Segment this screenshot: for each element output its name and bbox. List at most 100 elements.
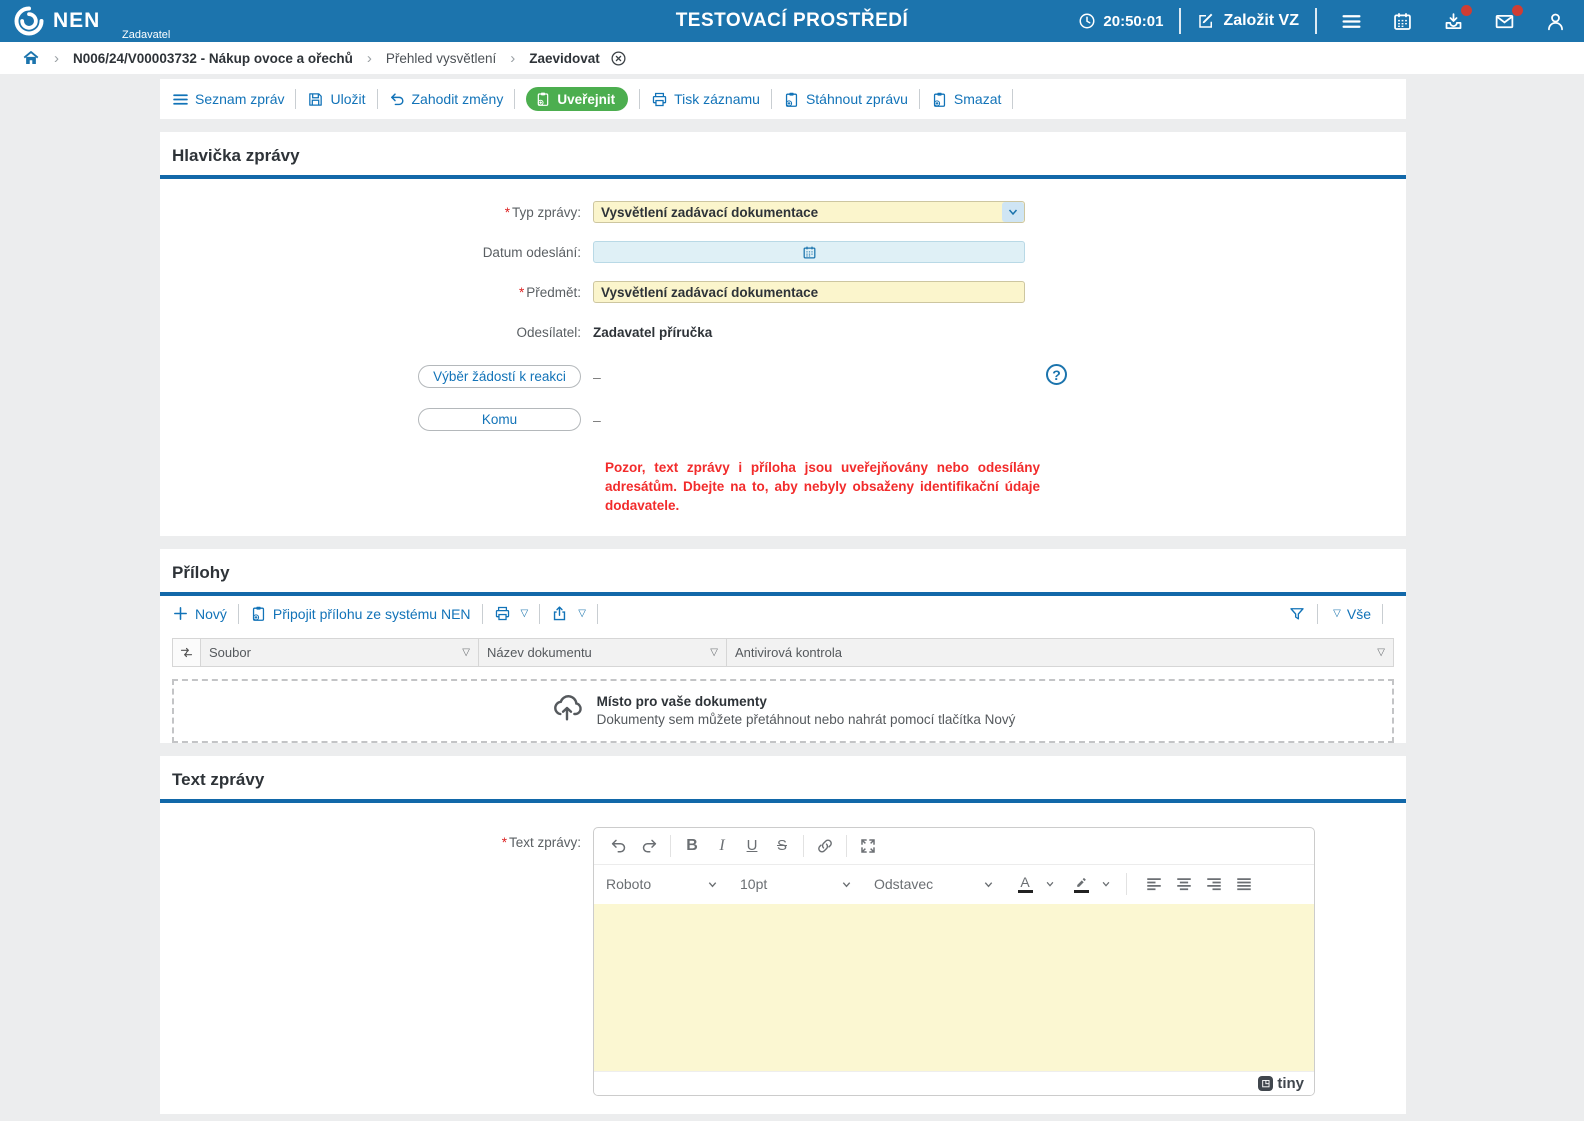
align-justify-icon <box>1235 875 1253 893</box>
publish-button[interactable]: Uveřejnit <box>526 87 628 111</box>
attach-from-nen-label: Připojit přílohu ze systému NEN <box>273 606 471 622</box>
toolbar-divider <box>1382 604 1383 624</box>
edit-icon <box>1197 12 1215 30</box>
select-dropdown-button[interactable] <box>1002 202 1024 222</box>
editor-divider <box>1126 873 1127 895</box>
align-right-button[interactable] <box>1199 870 1229 898</box>
fullscreen-icon <box>859 837 877 855</box>
column-header-document-name[interactable]: Název dokumentu ▽ <box>479 639 727 666</box>
export-icon <box>551 605 568 622</box>
subject-value: Vysvětlení zadávací dokumentace <box>601 285 818 300</box>
delete-button[interactable]: Smazat <box>931 91 1001 108</box>
publish-clipboard-icon <box>535 91 551 107</box>
save-button[interactable]: Uložit <box>307 91 365 108</box>
column-header-file[interactable]: Soubor ▽ <box>201 639 479 666</box>
tinymce-brand-label: tiny <box>1277 1075 1304 1092</box>
toolbar-divider <box>539 604 540 624</box>
message-list-button[interactable]: Seznam zpráv <box>172 91 284 108</box>
message-header-section: Hlavička zprávy *Typ zprávy: Vysvětlení … <box>160 132 1406 536</box>
download-message-button[interactable]: Stáhnout zprávu <box>783 91 908 108</box>
messages-button[interactable] <box>1494 11 1515 32</box>
main-menu-button[interactable] <box>1341 11 1362 32</box>
font-family-select[interactable]: Roboto <box>606 876 718 892</box>
breadcrumb-item-tender[interactable]: N006/24/V00003732 - Nákup ovoce a ořechů <box>73 51 353 66</box>
new-attachment-label: Nový <box>195 606 227 622</box>
editor-toolbar-row1: B I U S <box>594 828 1314 864</box>
undo-button[interactable] <box>604 832 634 860</box>
sent-date-input[interactable] <box>593 241 1025 263</box>
nen-logo[interactable]: NEN Zadavatel <box>14 6 204 36</box>
attach-from-nen-button[interactable]: Připojit přílohu ze systému NEN <box>250 605 471 622</box>
field-label-sent-date: Datum odeslání: <box>160 245 593 260</box>
app-header: NEN Zadavatel TESTOVACÍ PROSTŘEDÍ 20:50:… <box>0 0 1584 42</box>
request-selection-button[interactable]: Výběr žádostí k reakci <box>418 365 581 388</box>
profile-button[interactable] <box>1545 11 1566 32</box>
block-format-select[interactable]: Odstavec <box>874 876 994 892</box>
print-attachments-button[interactable]: ▽ <box>494 605 529 622</box>
calendar-icon[interactable] <box>802 245 817 260</box>
toolbar-divider <box>377 89 378 109</box>
required-star: * <box>519 285 524 300</box>
show-all-label: Vše <box>1347 606 1371 622</box>
save-icon <box>307 91 324 108</box>
editor-divider <box>670 835 671 857</box>
align-left-button[interactable] <box>1139 870 1169 898</box>
recipients-button[interactable]: Komu <box>418 408 581 431</box>
create-vz-button[interactable]: Založit VZ <box>1197 12 1299 30</box>
italic-button[interactable]: I <box>707 832 737 860</box>
toolbar-divider <box>771 89 772 109</box>
new-attachment-button[interactable]: Nový <box>172 605 227 622</box>
strikethrough-button[interactable]: S <box>767 832 797 860</box>
message-list-label: Seznam zpráv <box>195 91 284 107</box>
toolbar-divider <box>919 89 920 109</box>
tinymce-brand[interactable]: ◳ tiny <box>1258 1075 1304 1092</box>
toolbar-divider <box>639 89 640 109</box>
calendar-button[interactable] <box>1392 11 1413 32</box>
message-text-section: Text zprávy *Text zprávy: B I U S <box>160 756 1406 1114</box>
home-button[interactable] <box>22 49 40 67</box>
filter-button[interactable] <box>1288 605 1306 623</box>
funnel-icon <box>1288 605 1306 623</box>
help-button[interactable]: ? <box>1046 364 1067 385</box>
discard-icon <box>389 91 406 108</box>
message-type-select[interactable]: Vysvětlení zadávací dokumentace <box>593 201 1025 223</box>
bold-button[interactable]: B <box>677 832 707 860</box>
insert-link-button[interactable] <box>810 832 840 860</box>
breadcrumb: › N006/24/V00003732 - Nákup ovoce a ořec… <box>0 42 1584 74</box>
export-attachments-button[interactable]: ▽ <box>551 605 586 622</box>
breadcrumb-item-overview[interactable]: Přehled vysvětlení <box>386 51 496 66</box>
sender-value: Zadavatel příručka <box>593 325 712 340</box>
editor-divider <box>803 835 804 857</box>
font-size-value: 10pt <box>740 876 767 892</box>
underline-button[interactable]: U <box>737 832 767 860</box>
font-size-select[interactable]: 10pt <box>740 876 852 892</box>
column-settings-button[interactable] <box>173 639 201 666</box>
clock-icon <box>1078 12 1096 30</box>
highlight-color-button[interactable] <box>1064 870 1098 898</box>
close-page-button[interactable] <box>610 50 627 67</box>
column-filter-icon[interactable]: ▽ <box>1377 647 1385 658</box>
column-filter-icon[interactable]: ▽ <box>710 647 718 658</box>
publication-warning-text: Pozor, text zprávy i příloha jsou uveřej… <box>605 459 1040 516</box>
field-label-subject: *Předmět: <box>160 285 593 300</box>
print-record-button[interactable]: Tisk záznamu <box>651 91 760 108</box>
align-center-button[interactable] <box>1169 870 1199 898</box>
text-color-button[interactable]: A <box>1008 870 1042 898</box>
align-justify-button[interactable] <box>1229 870 1259 898</box>
show-all-filter-button[interactable]: ▽ Vše <box>1329 606 1371 622</box>
column-header-antivirus[interactable]: Antivirová kontrola ▽ <box>727 639 1393 666</box>
redo-icon <box>640 837 658 855</box>
text-color-menu-button[interactable] <box>1042 879 1058 889</box>
section-title-message-header: Hlavička zprávy <box>160 132 1406 175</box>
subject-input[interactable]: Vysvětlení zadávací dokumentace <box>593 281 1025 303</box>
home-icon <box>22 49 40 67</box>
discard-changes-button[interactable]: Zahodit změny <box>389 91 504 108</box>
column-filter-icon[interactable]: ▽ <box>462 647 470 658</box>
redo-button[interactable] <box>634 832 664 860</box>
document-dropzone[interactable]: Místo pro vaše dokumenty Dokumenty sem m… <box>172 679 1394 743</box>
attach-clipboard-icon <box>250 605 267 622</box>
fullscreen-button[interactable] <box>853 832 883 860</box>
message-text-input-area[interactable] <box>594 904 1314 1071</box>
highlight-color-menu-button[interactable] <box>1098 879 1114 889</box>
downloads-button[interactable] <box>1443 11 1464 32</box>
